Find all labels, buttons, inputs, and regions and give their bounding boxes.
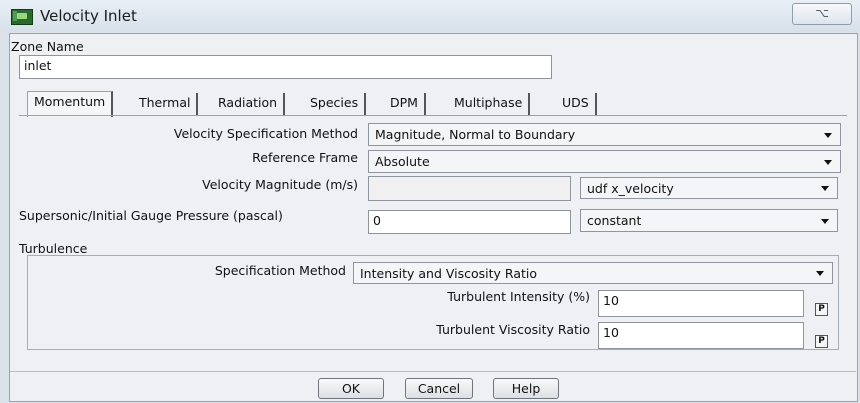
- turbulent-intensity-input[interactable]: 10: [598, 290, 804, 317]
- turbulence-spec-method-dropdown[interactable]: Intensity and Viscosity Ratio: [353, 262, 833, 284]
- zone-name-label: Zone Name: [11, 39, 84, 54]
- gauge-pressure-label: Supersonic/Initial Gauge Pressure (pasca…: [19, 208, 283, 223]
- chevron-down-icon: [816, 271, 824, 276]
- gauge-pressure-input[interactable]: 0: [368, 210, 571, 234]
- tab-multiphase[interactable]: Multiphase: [448, 93, 531, 115]
- ok-button[interactable]: OK: [318, 378, 384, 399]
- velocity-magnitude-profile-value: udf x_velocity: [587, 181, 674, 196]
- zone-name-input[interactable]: inlet: [19, 55, 552, 79]
- velocity-magnitude-profile-dropdown[interactable]: udf x_velocity: [580, 177, 838, 199]
- velocity-magnitude-input[interactable]: [368, 176, 571, 201]
- turbulent-viscosity-ratio-param-button[interactable]: P: [815, 335, 828, 348]
- help-button[interactable]: Help: [493, 378, 559, 399]
- chevron-down-icon: [821, 218, 829, 224]
- turbulent-intensity-label: Turbulent Intensity (%): [447, 289, 590, 304]
- reference-frame-value: Absolute: [375, 154, 430, 169]
- velocity-spec-method-value: Magnitude, Normal to Boundary: [375, 127, 576, 142]
- tab-species[interactable]: Species: [304, 93, 367, 115]
- gauge-pressure-profile-value: constant: [587, 213, 642, 228]
- cancel-button[interactable]: Cancel: [405, 378, 473, 399]
- turbulent-viscosity-ratio-label: Turbulent Viscosity Ratio: [436, 322, 590, 337]
- turbulence-spec-method-label: Specification Method: [214, 263, 346, 278]
- reference-frame-label: Reference Frame: [252, 150, 358, 165]
- velocity-magnitude-label: Velocity Magnitude (m/s): [202, 177, 358, 192]
- tab-radiation[interactable]: Radiation: [212, 93, 286, 115]
- close-button[interactable]: ⌥: [792, 3, 852, 25]
- tab-thermal[interactable]: Thermal: [133, 93, 199, 115]
- turbulence-group-label: Turbulence: [19, 241, 88, 256]
- velocity-spec-method-label: Velocity Specification Method: [173, 126, 358, 141]
- turbulent-viscosity-ratio-input[interactable]: 10: [598, 322, 804, 349]
- turbulence-spec-method-value: Intensity and Viscosity Ratio: [360, 266, 538, 281]
- chevron-down-icon: [824, 159, 832, 165]
- button-row-divider: [10, 371, 856, 372]
- turbulent-intensity-param-button[interactable]: P: [815, 303, 828, 316]
- chevron-down-icon: [824, 132, 832, 138]
- title-bar: Velocity Inlet ⌥: [0, 0, 860, 32]
- tab-uds[interactable]: UDS: [556, 93, 597, 115]
- tab-momentum[interactable]: Momentum: [27, 91, 114, 117]
- window-title: Velocity Inlet: [40, 7, 137, 25]
- velocity-spec-method-dropdown[interactable]: Magnitude, Normal to Boundary: [368, 123, 841, 146]
- gauge-pressure-profile-dropdown[interactable]: constant: [580, 209, 838, 232]
- tab-dpm[interactable]: DPM: [384, 93, 426, 115]
- reference-frame-dropdown[interactable]: Absolute: [368, 150, 841, 173]
- chevron-down-icon: [821, 186, 829, 191]
- fluent-app-icon: [11, 9, 33, 25]
